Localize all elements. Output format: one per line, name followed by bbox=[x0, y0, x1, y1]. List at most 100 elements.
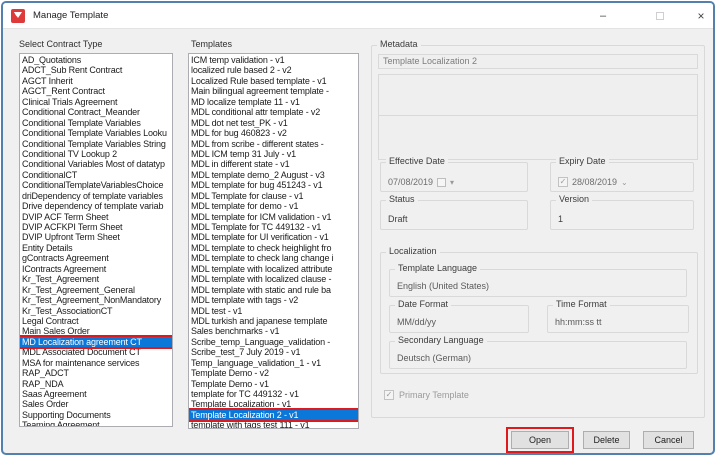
list-item[interactable]: Main bilingual agreement template - bbox=[189, 86, 358, 96]
list-item[interactable]: Template Demo - v1 bbox=[189, 379, 358, 389]
list-item[interactable]: Supporting Documents bbox=[20, 410, 172, 420]
effective-date-picker[interactable]: 07/08/2019 ▾ bbox=[388, 177, 454, 187]
template-list[interactable]: ICM temp validation - v1localized rule b… bbox=[188, 53, 359, 429]
list-item[interactable]: AGCT_Rent Contract bbox=[20, 86, 172, 96]
list-item[interactable]: Teaming Agreement bbox=[20, 420, 172, 427]
list-item[interactable]: Localized Rule based template - v1 bbox=[189, 76, 358, 86]
list-item[interactable]: MDL template for UI verification - v1 bbox=[189, 232, 358, 242]
list-item[interactable]: Kr_Test_Agreement bbox=[20, 274, 172, 284]
list-item[interactable]: Sales Order bbox=[20, 399, 172, 409]
list-item[interactable]: MDL conditional attr template - v2 bbox=[189, 107, 358, 117]
list-item[interactable]: Scribe_test_7 July 2019 - v1 bbox=[189, 347, 358, 357]
list-item[interactable]: MDL template to check heighlight fro bbox=[189, 243, 358, 253]
list-item[interactable]: gContracts Agreement bbox=[20, 253, 172, 263]
delete-button[interactable]: Delete bbox=[583, 431, 630, 449]
metadata-group-label: Metadata bbox=[377, 39, 421, 49]
list-item[interactable]: Temp_language_validation_1 - v1 bbox=[189, 358, 358, 368]
secondary-language-group: Secondary Language Deutsch (German) bbox=[389, 341, 687, 369]
list-item[interactable]: DVIP Upfront Term Sheet bbox=[20, 232, 172, 242]
metadata-notes-box bbox=[378, 115, 698, 160]
manage-template-dialog: Manage Template – × Select Contract Type… bbox=[1, 1, 715, 455]
list-item[interactable]: AGCT Inherit bbox=[20, 76, 172, 86]
list-item[interactable]: ConditionalTemplateVariablesChoice bbox=[20, 180, 172, 190]
list-item[interactable]: DVIP ACF Term Sheet bbox=[20, 212, 172, 222]
status-value: Draft bbox=[388, 214, 408, 224]
date-format-value[interactable]: MM/dd/yy bbox=[397, 317, 436, 327]
list-item[interactable]: MDL from scribe - different states - bbox=[189, 139, 358, 149]
list-item[interactable]: template with tags test 111 - v1 bbox=[189, 420, 358, 429]
list-item[interactable]: MDL dot net test_PK - v1 bbox=[189, 118, 358, 128]
list-item[interactable]: Conditional Template Variables String bbox=[20, 139, 172, 149]
list-item[interactable]: MDL template with static and rule ba bbox=[189, 285, 358, 295]
list-item[interactable]: MDL for bug 460823 - v2 bbox=[189, 128, 358, 138]
list-item[interactable]: MDL template for bug 451243 - v1 bbox=[189, 180, 358, 190]
list-item[interactable]: MDL in different state - v1 bbox=[189, 159, 358, 169]
list-item[interactable]: MDL test - v1 bbox=[189, 306, 358, 316]
secondary-language-value[interactable]: Deutsch (German) bbox=[397, 353, 471, 363]
list-item[interactable]: MDL Associated Document CT bbox=[20, 347, 172, 357]
list-item[interactable]: ConditionalCT bbox=[20, 170, 172, 180]
list-item[interactable]: Template Localization - v1 bbox=[189, 399, 358, 409]
maximize-button[interactable] bbox=[649, 3, 671, 29]
list-item[interactable]: DVIP ACFKPI Term Sheet bbox=[20, 222, 172, 232]
time-format-group: Time Format hh:mm:ss tt bbox=[547, 305, 689, 333]
list-item[interactable]: MD localize template 11 - v1 bbox=[189, 97, 358, 107]
list-item[interactable]: ICM temp validation - v1 bbox=[189, 55, 358, 65]
template-language-group: Template Language English (United States… bbox=[389, 269, 687, 297]
close-button[interactable]: × bbox=[689, 3, 713, 29]
list-item[interactable]: Sales benchmarks - v1 bbox=[189, 326, 358, 336]
list-item[interactable]: Conditional Template Variables bbox=[20, 118, 172, 128]
open-button[interactable]: Open bbox=[511, 431, 569, 449]
list-item[interactable]: template for TC 449132 - v1 bbox=[189, 389, 358, 399]
list-item[interactable]: MSA for maintenance services bbox=[20, 358, 172, 368]
maximize-icon bbox=[656, 12, 664, 20]
list-item[interactable]: RAP_ADCT bbox=[20, 368, 172, 378]
list-item[interactable]: driDependency of template variables bbox=[20, 191, 172, 201]
expiry-date-label: Expiry Date bbox=[556, 156, 609, 166]
list-item[interactable]: IContracts Agreement bbox=[20, 264, 172, 274]
cancel-button[interactable]: Cancel bbox=[643, 431, 694, 449]
list-item[interactable]: Conditional Template Variables Looku bbox=[20, 128, 172, 138]
list-item[interactable]: MDL Template for TC 449132 - v1 bbox=[189, 222, 358, 232]
list-item[interactable]: MDL template for demo - v1 bbox=[189, 201, 358, 211]
list-item[interactable]: Kr_Test_Agreement_General bbox=[20, 285, 172, 295]
list-item[interactable]: MDL template with localized clause - bbox=[189, 274, 358, 284]
list-item[interactable]: AD_Quotations bbox=[20, 55, 172, 65]
list-item[interactable]: Legal Contract bbox=[20, 316, 172, 326]
list-item[interactable]: Conditional Contract_Meander bbox=[20, 107, 172, 117]
list-item[interactable]: MDL ICM temp 31 July - v1 bbox=[189, 149, 358, 159]
list-item[interactable]: MDL template for ICM validation - v1 bbox=[189, 212, 358, 222]
list-item-selected[interactable]: MD Localization agreement CT bbox=[20, 337, 172, 347]
time-format-value[interactable]: hh:mm:ss tt bbox=[555, 317, 602, 327]
list-item[interactable]: Saas Agreement bbox=[20, 389, 172, 399]
list-item[interactable]: Scribe_temp_Language_validation - bbox=[189, 337, 358, 347]
template-name-field[interactable]: Template Localization 2 bbox=[378, 54, 698, 69]
list-item[interactable]: MDL template with tags - v2 bbox=[189, 295, 358, 305]
primary-template-checkbox[interactable]: ✓ bbox=[384, 390, 394, 400]
expiry-date-value: 28/08/2019 bbox=[572, 177, 617, 187]
list-item[interactable]: localized rule based 2 - v2 bbox=[189, 65, 358, 75]
list-item[interactable]: ADCT_Sub Rent Contract bbox=[20, 65, 172, 75]
list-item[interactable]: MDL turkish and japanese template bbox=[189, 316, 358, 326]
list-item[interactable]: Main Sales Order bbox=[20, 326, 172, 336]
list-item[interactable]: MDL template demo_2 August - v3 bbox=[189, 170, 358, 180]
template-language-value[interactable]: English (United States) bbox=[397, 281, 489, 291]
list-item[interactable]: Kr_Test_Agreement_NonMandatory bbox=[20, 295, 172, 305]
expiry-date-picker[interactable]: ✓ 28/08/2019 ⌄ bbox=[558, 177, 628, 187]
list-item-selected[interactable]: Template Localization 2 - v1 bbox=[189, 410, 358, 420]
contract-type-list[interactable]: AD_QuotationsADCT_Sub Rent ContractAGCT … bbox=[19, 53, 173, 427]
minimize-button[interactable]: – bbox=[591, 3, 615, 29]
list-item[interactable]: RAP_NDA bbox=[20, 379, 172, 389]
expiry-date-checkbox[interactable]: ✓ bbox=[558, 177, 568, 187]
list-item[interactable]: Kr_Test_AssociationCT bbox=[20, 306, 172, 316]
list-item[interactable]: Template Demo - v2 bbox=[189, 368, 358, 378]
list-item[interactable]: Clinical Trials Agreement bbox=[20, 97, 172, 107]
list-item[interactable]: Conditional TV Lookup 2 bbox=[20, 149, 172, 159]
metadata-group: Metadata Template Localization 2 Effecti… bbox=[371, 45, 705, 418]
list-item[interactable]: MDL template with localized attribute bbox=[189, 264, 358, 274]
list-item[interactable]: Conditional Variables Most of datatyp bbox=[20, 159, 172, 169]
list-item[interactable]: MDL template to check lang change i bbox=[189, 253, 358, 263]
list-item[interactable]: Entity Details bbox=[20, 243, 172, 253]
list-item[interactable]: MDL Template for clause - v1 bbox=[189, 191, 358, 201]
list-item[interactable]: Drive dependency of template variab bbox=[20, 201, 172, 211]
